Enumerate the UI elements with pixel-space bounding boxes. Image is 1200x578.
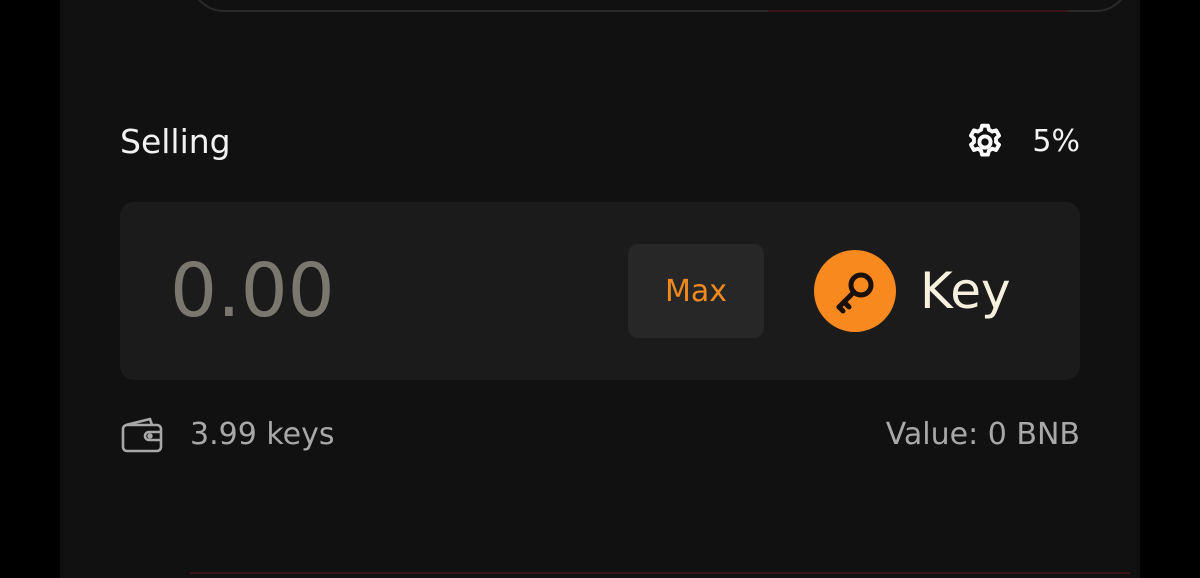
max-button[interactable]: Max [628,244,764,338]
sell-input-card: Max Key [120,202,1080,380]
token-selector[interactable]: Key [814,250,1011,332]
gear-icon[interactable] [964,121,1006,163]
token-symbol: Key [920,262,1011,320]
sell-footer: 3.99 keys Value: 0 BNB [120,414,1080,456]
sell-amount-input[interactable] [170,246,550,336]
page: Selling 5% Max Key [0,0,1200,578]
token-logo [814,250,896,332]
slippage-value: 5% [1032,124,1080,159]
wallet-balance: 3.99 keys [120,414,334,456]
previous-card-edge [190,0,1130,12]
wallet-icon [121,417,163,453]
slippage-settings[interactable]: 5% [964,121,1080,163]
key-icon [836,272,874,314]
value-text: Value: 0 BNB [885,417,1080,452]
selling-label: Selling [120,122,231,161]
next-card-edge [190,572,1130,578]
balance-text: 3.99 keys [190,417,335,452]
